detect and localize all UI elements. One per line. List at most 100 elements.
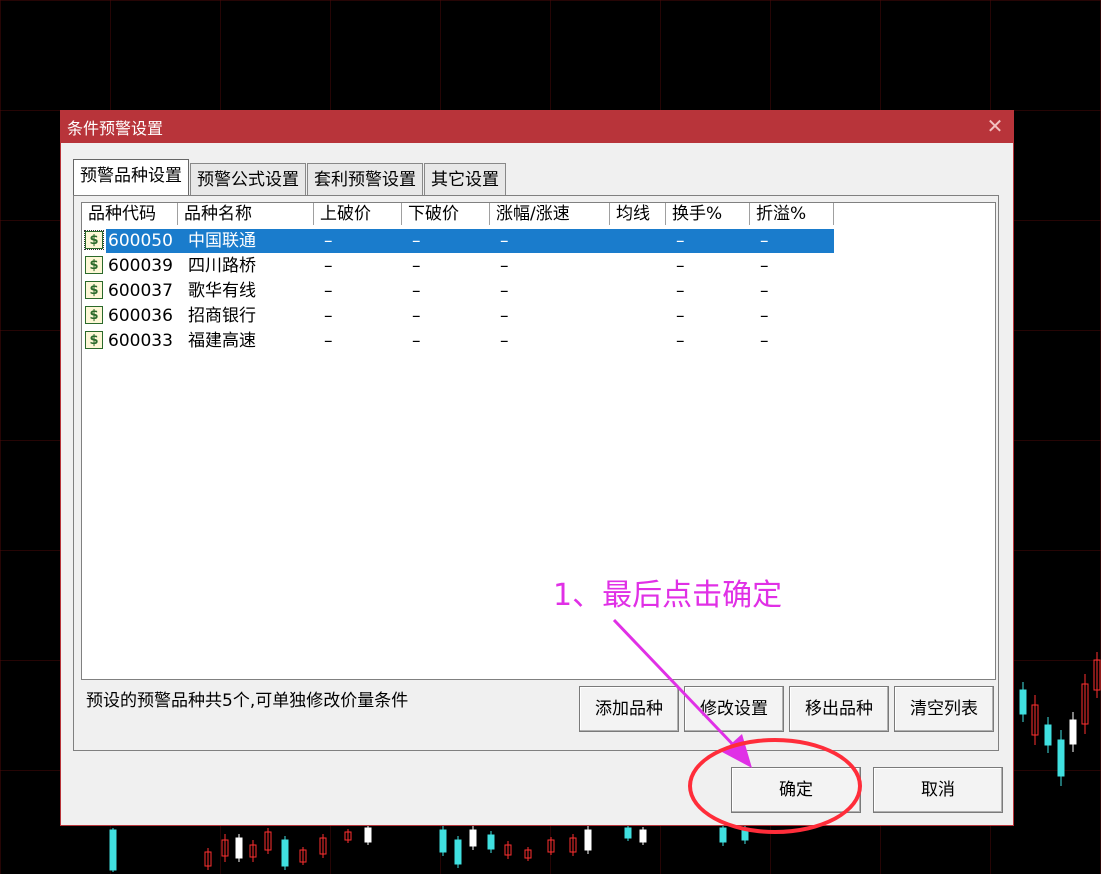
annotation-text: 1、最后点击确定 bbox=[553, 578, 783, 613]
candle-body bbox=[1093, 659, 1101, 691]
column-header-name[interactable]: 品种名称 bbox=[178, 203, 314, 225]
cell-name: 四川路桥 bbox=[188, 256, 256, 276]
cell-turnover: – bbox=[676, 281, 685, 301]
candle-body bbox=[1081, 683, 1089, 725]
cell-premium: – bbox=[760, 231, 769, 251]
candle-body bbox=[624, 827, 632, 839]
cell-code: 600050 bbox=[108, 231, 173, 251]
list-header: 品种代码 品种名称 上破价 下破价 涨幅/涨速 均线 换手% 折溢% bbox=[82, 203, 834, 225]
candle-body bbox=[1044, 724, 1052, 746]
candle-body bbox=[235, 837, 243, 859]
tab-panel: 品种代码 品种名称 上破价 下破价 涨幅/涨速 均线 换手% 折溢% $6000… bbox=[73, 195, 999, 751]
cell-down: – bbox=[412, 281, 421, 301]
tab-symbol-settings[interactable]: 预警品种设置 bbox=[73, 159, 189, 196]
remove-symbol-button[interactable]: 移出品种 bbox=[789, 686, 889, 732]
cell-code: 600039 bbox=[108, 256, 173, 276]
cell-premium: – bbox=[760, 256, 769, 276]
candle-body bbox=[741, 829, 749, 841]
cell-ma bbox=[612, 304, 668, 328]
cell-code: 600037 bbox=[108, 281, 173, 301]
cell-name: 福建高速 bbox=[188, 331, 256, 351]
cell-name: 招商银行 bbox=[188, 306, 256, 326]
cell-down: – bbox=[412, 256, 421, 276]
candle-body bbox=[454, 839, 462, 865]
tab-other-settings[interactable]: 其它设置 bbox=[424, 163, 506, 196]
cell-down: – bbox=[412, 331, 421, 351]
summary-text: 预设的预警品种共5个,可单独修改价量条件 bbox=[86, 691, 409, 711]
candle-body bbox=[221, 839, 229, 857]
column-header-change[interactable]: 涨幅/涨速 bbox=[490, 203, 610, 225]
cell-up: – bbox=[324, 331, 333, 351]
clear-list-button[interactable]: 清空列表 bbox=[894, 686, 994, 732]
cell-ma bbox=[612, 329, 668, 353]
cell-ma bbox=[612, 254, 668, 278]
cell-turnover: – bbox=[676, 306, 685, 326]
cell-code: 600036 bbox=[108, 306, 173, 326]
candle-body bbox=[487, 834, 495, 850]
cell-chg: – bbox=[500, 256, 509, 276]
close-icon[interactable]: ✕ bbox=[983, 114, 1007, 138]
cell-premium: – bbox=[760, 281, 769, 301]
list-row[interactable]: $600037 歌华有线 – – – – – bbox=[84, 279, 836, 303]
column-header-ma[interactable]: 均线 bbox=[610, 203, 666, 225]
cell-turnover: – bbox=[676, 231, 685, 251]
candle-body bbox=[569, 837, 577, 853]
cancel-button[interactable]: 取消 bbox=[873, 767, 1003, 813]
symbol-list[interactable]: 品种代码 品种名称 上破价 下破价 涨幅/涨速 均线 换手% 折溢% $6000… bbox=[81, 202, 996, 680]
cell-ma bbox=[612, 229, 668, 253]
candle-body bbox=[319, 837, 327, 855]
candle-body bbox=[584, 829, 592, 851]
cell-premium: – bbox=[760, 331, 769, 351]
alert-settings-dialog: 条件预警设置 ✕ 预警品种设置 预警公式设置 套利预警设置 其它设置 品种代码 … bbox=[60, 110, 1014, 826]
dialog-titlebar[interactable]: 条件预警设置 ✕ bbox=[61, 111, 1013, 143]
tab-formula-settings[interactable]: 预警公式设置 bbox=[190, 163, 306, 196]
candle-body bbox=[109, 829, 117, 871]
candle-body bbox=[439, 829, 447, 853]
cell-chg: – bbox=[500, 306, 509, 326]
list-row[interactable]: $600039 四川路桥 – – – – – bbox=[84, 254, 836, 278]
column-header-down-price[interactable]: 下破价 bbox=[402, 203, 490, 225]
column-header-code[interactable]: 品种代码 bbox=[82, 203, 178, 225]
dialog-title: 条件预警设置 bbox=[67, 119, 164, 138]
cell-turnover: – bbox=[676, 331, 685, 351]
cell-down: – bbox=[412, 231, 421, 251]
candle-body bbox=[504, 844, 512, 856]
cell-name: 歌华有线 bbox=[188, 281, 256, 301]
cell-ma bbox=[612, 279, 668, 303]
cell-premium: – bbox=[760, 306, 769, 326]
cell-up: – bbox=[324, 306, 333, 326]
list-row[interactable]: $600033 福建高速 – – – – – bbox=[84, 329, 836, 353]
candle-body bbox=[299, 849, 307, 863]
cell-turnover: – bbox=[676, 256, 685, 276]
ok-button[interactable]: 确定 bbox=[731, 767, 861, 813]
column-header-premium[interactable]: 折溢% bbox=[750, 203, 834, 225]
list-row[interactable]: $600036 招商银行 – – – – – bbox=[84, 304, 836, 328]
candle-body bbox=[1057, 739, 1065, 777]
column-header-up-price[interactable]: 上破价 bbox=[314, 203, 402, 225]
candle-body bbox=[281, 839, 289, 867]
cell-chg: – bbox=[500, 331, 509, 351]
cell-chg: – bbox=[500, 231, 509, 251]
candle-body bbox=[1031, 704, 1039, 736]
cell-name: 中国联通 bbox=[188, 231, 256, 251]
candle-body bbox=[1069, 719, 1077, 745]
cell-up: – bbox=[324, 231, 333, 251]
cell-code: 600033 bbox=[108, 331, 173, 351]
column-header-turnover[interactable]: 换手% bbox=[666, 203, 750, 225]
candle-body bbox=[364, 827, 372, 843]
cell-up: – bbox=[324, 281, 333, 301]
candle-body bbox=[469, 829, 477, 847]
list-row[interactable]: $600050 中国联通 – – – – – bbox=[84, 229, 836, 253]
candle-body bbox=[719, 827, 727, 843]
candle-body bbox=[524, 849, 532, 859]
tab-bar: 预警品种设置 预警公式设置 套利预警设置 其它设置 bbox=[73, 159, 507, 196]
candle-body bbox=[639, 829, 647, 843]
candle-body bbox=[547, 839, 555, 853]
cell-down: – bbox=[412, 306, 421, 326]
modify-settings-button[interactable]: 修改设置 bbox=[684, 686, 784, 732]
cell-up: – bbox=[324, 256, 333, 276]
candle-body bbox=[1019, 689, 1027, 715]
tab-arbitrage-settings[interactable]: 套利预警设置 bbox=[307, 163, 423, 196]
add-symbol-button[interactable]: 添加品种 bbox=[579, 686, 679, 732]
cell-chg: – bbox=[500, 281, 509, 301]
